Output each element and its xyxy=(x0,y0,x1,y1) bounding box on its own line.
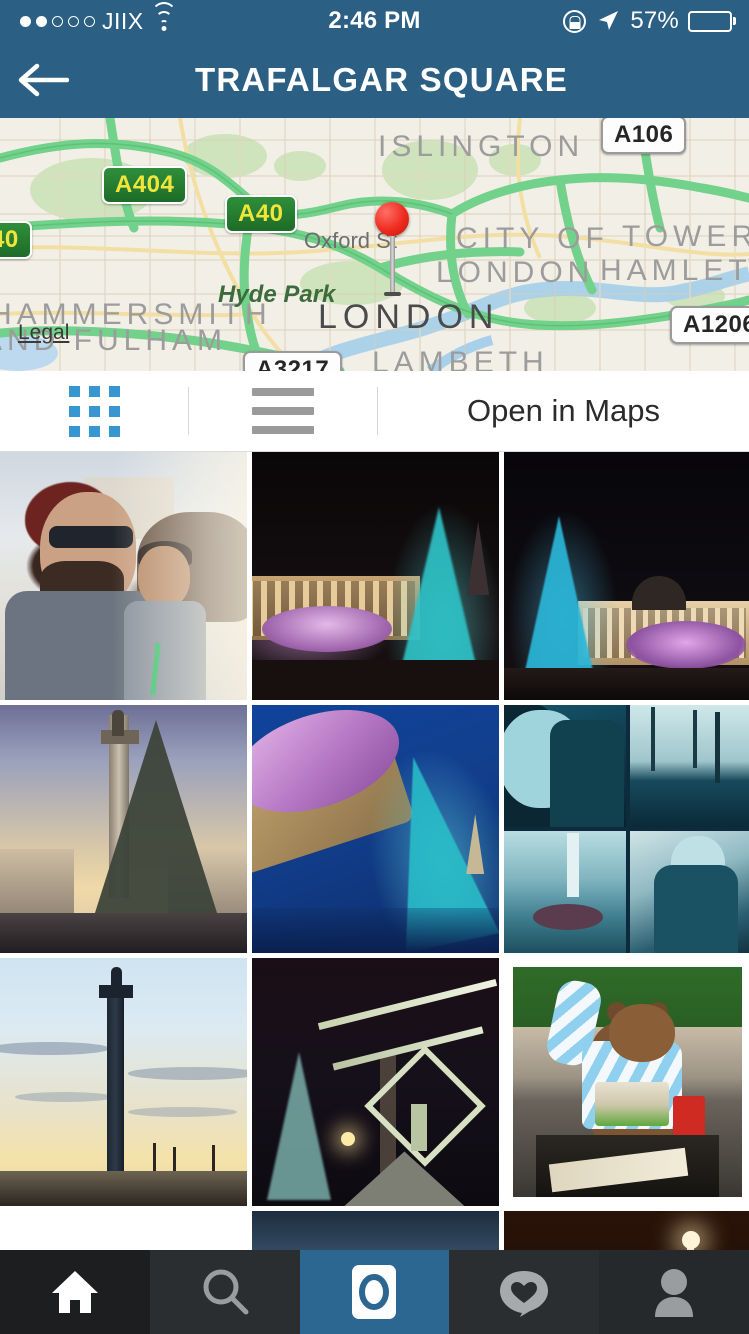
grid-photo-8[interactable] xyxy=(252,958,499,1206)
status-bar-left: JIIX xyxy=(0,1,247,35)
grid-photo-2[interactable] xyxy=(252,452,499,700)
nav-bar: TRAFALGAR SQUARE xyxy=(0,42,749,118)
map-pin-icon xyxy=(373,202,457,296)
location-arrow-icon xyxy=(599,11,619,30)
grid-view-button[interactable] xyxy=(0,371,188,452)
instagram-location-screen: JIIX 2:46 PM 57% TRAFALGAR SQUARE ISLING… xyxy=(0,0,749,1334)
heart-icon xyxy=(500,1271,549,1317)
search-icon xyxy=(203,1269,249,1315)
grid-photo-11[interactable] xyxy=(252,1211,499,1250)
grid-photo-3[interactable] xyxy=(504,452,749,700)
signal-strength-icon xyxy=(20,15,95,27)
road-shield-a1206: A1206 xyxy=(670,306,749,344)
status-bar-right: 57% xyxy=(502,7,749,35)
wifi-icon xyxy=(150,1,177,31)
grid-photo-4[interactable] xyxy=(0,705,247,953)
tab-search[interactable] xyxy=(149,1250,300,1334)
battery-percent: 57% xyxy=(630,7,679,34)
home-icon xyxy=(51,1271,98,1313)
road-shield-a404: A404 xyxy=(102,166,188,204)
status-bar-clock: 2:46 PM xyxy=(328,7,421,34)
open-in-maps-button[interactable]: Open in Maps xyxy=(378,371,749,452)
list-view-button[interactable] xyxy=(189,371,377,452)
grid-photo-12[interactable] xyxy=(504,1211,749,1250)
grid-photo-10[interactable] xyxy=(0,1211,247,1250)
tab-activity[interactable] xyxy=(449,1250,600,1334)
grid-photo-6[interactable] xyxy=(504,705,749,953)
road-shield-a106: A106 xyxy=(601,118,687,154)
grid-photo-1[interactable] xyxy=(0,452,247,700)
view-toolbar: Open in Maps xyxy=(0,371,749,452)
tab-profile[interactable] xyxy=(599,1250,749,1334)
road-shield-a3217: A3217 xyxy=(243,351,343,371)
battery-icon xyxy=(687,10,732,32)
tab-camera[interactable] xyxy=(299,1250,450,1334)
back-button[interactable] xyxy=(0,42,86,118)
tab-bar xyxy=(0,1250,749,1334)
person-icon xyxy=(655,1269,694,1317)
list-view-icon xyxy=(252,388,314,434)
page-title: TRAFALGAR SQUARE xyxy=(194,61,569,98)
photo-grid xyxy=(0,452,749,1250)
tab-home[interactable] xyxy=(0,1250,150,1334)
camera-icon xyxy=(352,1265,397,1319)
open-in-maps-label: Open in Maps xyxy=(467,393,660,428)
grid-photo-9[interactable] xyxy=(504,958,749,1206)
location-map[interactable]: ISLINGTON CITY OF LONDON TOWER HAMLETS H… xyxy=(0,118,749,371)
carrier-name: JIIX xyxy=(102,7,144,34)
grid-view-icon xyxy=(68,385,120,437)
road-shield-a40: A40 xyxy=(225,195,297,233)
grid-photo-5[interactable] xyxy=(252,705,499,953)
road-shield-40: 40 xyxy=(0,221,32,259)
status-bar: JIIX 2:46 PM 57% xyxy=(0,0,749,42)
rotation-lock-icon xyxy=(563,9,587,33)
map-legal-link[interactable]: Legal xyxy=(18,321,69,345)
grid-photo-7[interactable] xyxy=(0,958,247,1206)
back-arrow-icon xyxy=(18,63,69,97)
